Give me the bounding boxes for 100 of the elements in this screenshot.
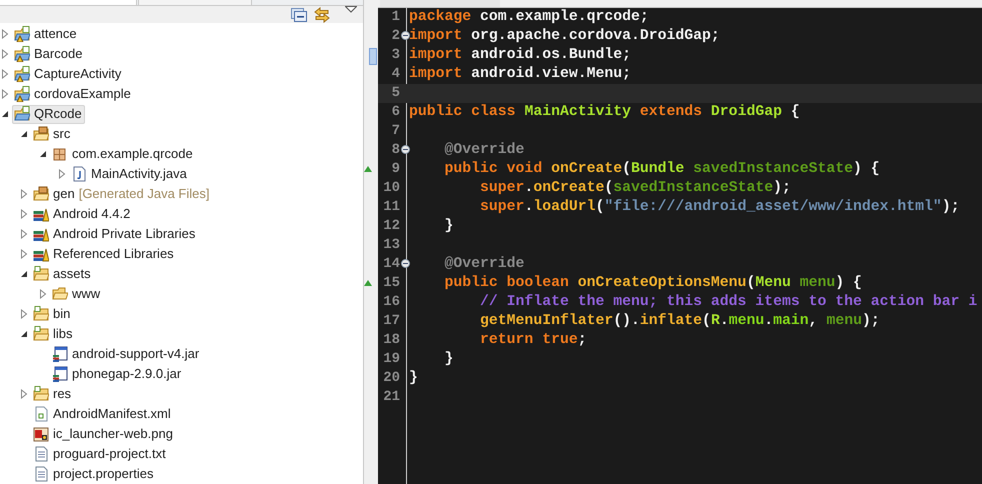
project-folder-icon: [14, 106, 30, 122]
collapsed-arrow-icon[interactable]: [19, 389, 29, 399]
collapsed-arrow-icon[interactable]: [0, 89, 10, 99]
folder-icon: [33, 386, 49, 402]
jar-file-icon: [52, 346, 68, 362]
line-number: 11: [383, 198, 400, 217]
tree-item[interactable]: android-support-v4.jar: [50, 344, 202, 364]
tree-item[interactable]: ic_launcher-web.png: [31, 424, 176, 444]
tree-item[interactable]: Referenced Libraries: [31, 244, 177, 264]
tree-item-label: libs: [53, 325, 73, 344]
tree-item[interactable]: libs: [31, 324, 76, 344]
folder-icon: [52, 286, 68, 302]
code-line: @Override: [444, 255, 524, 274]
line-number: 6: [392, 103, 400, 122]
tree-item[interactable]: MainActivity.java: [69, 164, 190, 184]
collapsed-arrow-icon[interactable]: [0, 69, 10, 79]
tree-item[interactable]: assets: [31, 264, 94, 284]
library-books-icon: [33, 206, 49, 222]
image-file-icon: [33, 426, 49, 442]
line-number: 3: [392, 46, 400, 65]
tree-item[interactable]: cordovaExample: [12, 84, 134, 104]
line-number: 9: [392, 160, 400, 179]
tree-item-label: project.properties: [53, 465, 154, 484]
tree-item[interactable]: attence: [12, 24, 80, 44]
code-line: // Inflate the menu; this adds items to the action bar i: [479, 293, 978, 312]
project-folder-warning-icon: [14, 66, 30, 82]
tree-item[interactable]: www: [50, 284, 104, 304]
expanded-arrow-icon[interactable]: [0, 109, 10, 119]
code-line: super.onCreate(savedInstanceState);: [479, 179, 791, 198]
expanded-arrow-icon[interactable]: [19, 269, 29, 279]
java-file-icon: [71, 166, 87, 182]
override-triangle-icon[interactable]: [364, 280, 372, 286]
tree-item-label: AndroidManifest.xml: [53, 405, 171, 424]
tree-item[interactable]: proguard-project.txt: [31, 444, 169, 464]
tree-item[interactable]: com.example.qrcode: [50, 144, 196, 164]
collapsed-arrow-icon[interactable]: [0, 49, 10, 59]
library-books-icon: [33, 226, 49, 242]
expanded-arrow-icon[interactable]: [38, 149, 48, 159]
line-number: 19: [383, 350, 400, 369]
line-number: 14: [383, 255, 400, 274]
folder-icon: [33, 266, 49, 282]
collapsed-arrow-icon[interactable]: [57, 169, 67, 179]
tree-item[interactable]: Android Private Libraries: [31, 224, 198, 244]
tree-item[interactable]: QRcode: [12, 104, 85, 124]
collapsed-arrow-icon[interactable]: [38, 289, 48, 299]
folder-icon: [33, 306, 49, 322]
line-number: 5: [392, 84, 400, 103]
tree-item-label: ic_launcher-web.png: [53, 425, 173, 444]
line-number: 18: [383, 331, 400, 350]
collapsed-arrow-icon[interactable]: [19, 249, 29, 259]
code-line: public class MainActivity extends DroidGap {: [409, 103, 800, 122]
xml-file-icon: [33, 406, 49, 422]
tree-item-label: src: [53, 125, 70, 144]
library-books-icon: [33, 246, 49, 262]
code-line: }: [409, 369, 418, 388]
tree-item-label: Referenced Libraries: [53, 245, 174, 264]
tree-item[interactable]: phonegap-2.9.0.jar: [50, 364, 184, 384]
code-line: import org.apache.cordova.DroidGap;: [409, 27, 720, 46]
tree-item[interactable]: Android 4.4.2: [31, 204, 134, 224]
line-number: 13: [383, 236, 400, 255]
project-folder-warning-icon: [14, 46, 30, 62]
tree-item-decoration: [Generated Java Files]: [78, 185, 210, 204]
line-number: 1: [392, 8, 400, 27]
collapse-all-icon[interactable]: [291, 8, 307, 22]
package-folder-icon: [33, 186, 49, 202]
line-number: 4: [392, 65, 400, 84]
expanded-arrow-icon[interactable]: [19, 129, 29, 139]
tree-item[interactable]: AndroidManifest.xml: [31, 404, 174, 424]
project-folder-warning-icon: [14, 86, 30, 102]
tree-item[interactable]: bin: [31, 304, 74, 324]
collapsed-arrow-icon[interactable]: [19, 209, 29, 219]
tree-item[interactable]: CaptureActivity: [12, 64, 124, 84]
tree-item[interactable]: src: [31, 124, 74, 144]
fold-toggle-icon[interactable]: [401, 145, 410, 154]
line-number: 12: [383, 217, 400, 236]
fold-toggle-icon[interactable]: [401, 31, 410, 40]
code-line: return true;: [479, 331, 587, 350]
link-arrows-icon[interactable]: [313, 6, 331, 22]
fold-toggle-icon[interactable]: [401, 259, 410, 268]
jar-file-icon: [52, 366, 68, 382]
tree-item-label: bin: [53, 305, 70, 324]
line-number: 16: [383, 293, 400, 312]
line-number: 17: [383, 312, 400, 331]
collapsed-arrow-icon[interactable]: [19, 189, 29, 199]
package-icon: [52, 146, 68, 162]
code-line: public boolean onCreateOptionsMenu(Menu menu) {: [444, 274, 862, 294]
tree-item-label: Barcode: [34, 45, 82, 64]
collapsed-arrow-icon[interactable]: [0, 29, 10, 39]
tree-item-label: Android Private Libraries: [53, 225, 196, 244]
collapsed-arrow-icon[interactable]: [19, 309, 29, 319]
tree-item[interactable]: project.properties: [31, 464, 156, 484]
code-line: import android.view.Menu;: [409, 65, 631, 84]
override-triangle-icon[interactable]: [364, 166, 372, 172]
tree-item[interactable]: gen [Generated Java Files]: [31, 184, 212, 204]
expanded-arrow-icon[interactable]: [19, 329, 29, 339]
code-line: package com.example.qrcode;: [409, 8, 649, 28]
tree-item[interactable]: res: [31, 384, 74, 404]
tree-item[interactable]: Barcode: [12, 44, 86, 64]
collapsed-arrow-icon[interactable]: [19, 229, 29, 239]
code-line: }: [444, 350, 454, 370]
